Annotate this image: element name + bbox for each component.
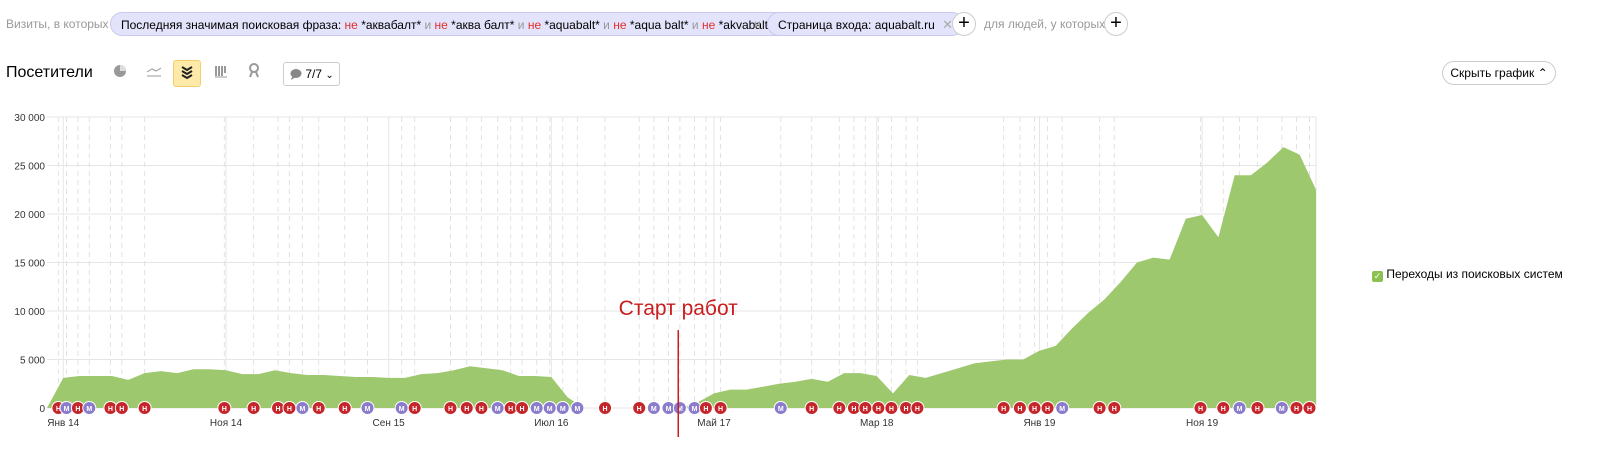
event-marker-label: Н — [520, 406, 525, 413]
event-marker-label: Н — [1294, 406, 1299, 413]
x-tick-label: Ноя 19 — [1186, 418, 1219, 429]
event-marker-label: М — [1059, 406, 1065, 413]
event-marker-label: М — [547, 406, 553, 413]
event-marker-label: М — [574, 406, 580, 413]
event-marker-label: М — [64, 406, 70, 413]
x-tick-label: Янв 14 — [47, 418, 79, 429]
event-marker-label: М — [1237, 406, 1243, 413]
event-marker-label: Н — [316, 406, 321, 413]
event-marker-label: Н — [1032, 406, 1037, 413]
event-marker-label: Н — [1017, 406, 1022, 413]
y-tick-label: 0 — [39, 404, 45, 415]
event-marker-label: Н — [837, 406, 842, 413]
x-tick-label: Янв 19 — [1023, 418, 1055, 429]
x-tick-label: Сен 15 — [373, 418, 406, 429]
event-marker-label: Н — [251, 406, 256, 413]
event-marker-label: Н — [342, 406, 347, 413]
event-marker-label: Н — [1112, 406, 1117, 413]
event-marker-label: Н — [718, 406, 723, 413]
event-marker-label: Н — [412, 406, 417, 413]
event-marker-label: Н — [637, 406, 642, 413]
event-marker-label: Н — [1255, 406, 1260, 413]
event-marker-label: Н — [119, 406, 124, 413]
event-marker-label: Н — [448, 406, 453, 413]
event-marker-label: М — [1279, 406, 1285, 413]
start-work-label: Старт работ — [619, 297, 739, 320]
event-marker-label: Н — [915, 406, 920, 413]
event-marker-label: Н — [889, 406, 894, 413]
y-tick-label: 15 000 — [14, 259, 45, 270]
event-marker-label: Н — [1307, 406, 1312, 413]
event-marker-label: М — [778, 406, 784, 413]
event-marker-label: Н — [903, 406, 908, 413]
event-marker-label: М — [365, 406, 371, 413]
y-tick-label: 20 000 — [14, 210, 45, 221]
y-tick-label: 25 000 — [14, 162, 45, 173]
event-marker-label: Н — [863, 406, 868, 413]
event-marker-label: Н — [876, 406, 881, 413]
event-marker-label: Н — [1198, 406, 1203, 413]
visitors-chart: 0 5 000 10 000 15 000 20 000 25 000 30 000 Янв … — [14, 113, 1317, 437]
event-marker-label: Н — [287, 406, 292, 413]
event-marker-label: Н — [142, 406, 147, 413]
x-tick-label: Ноя 14 — [210, 418, 243, 429]
y-tick-label: 10 000 — [14, 307, 45, 318]
event-marker-label: Н — [1221, 406, 1226, 413]
event-marker-label: Н — [275, 406, 280, 413]
event-marker-label: М — [560, 406, 566, 413]
event-marker-label: М — [666, 406, 672, 413]
y-tick-label: 30 000 — [14, 113, 45, 124]
event-marker-label: М — [651, 406, 657, 413]
event-marker-label: Н — [108, 406, 113, 413]
event-marker-label: М — [692, 406, 698, 413]
event-marker-label: М — [86, 406, 92, 413]
event-marker-label: Н — [1097, 406, 1102, 413]
event-marker-label: М — [300, 406, 306, 413]
event-marker-label: Н — [222, 406, 227, 413]
event-marker-label: М — [495, 406, 501, 413]
event-marker-label: Н — [75, 406, 80, 413]
series-area-search-traffic — [47, 147, 1316, 408]
event-marker-label: Н — [1001, 406, 1006, 413]
event-marker-label: Н — [809, 406, 814, 413]
x-tick-label: Мар 18 — [860, 418, 894, 429]
event-marker-label: Н — [464, 406, 469, 413]
event-marker-label: М — [399, 406, 405, 413]
event-marker-label: Н — [479, 406, 484, 413]
event-marker-label: Н — [603, 406, 608, 413]
y-tick-label: 5 000 — [20, 356, 45, 367]
event-marker-label: Н — [703, 406, 708, 413]
event-marker-label: Н — [1045, 406, 1050, 413]
x-tick-label: Май 17 — [697, 418, 731, 429]
event-marker-label: М — [534, 406, 540, 413]
event-marker-label: Н — [508, 406, 513, 413]
x-tick-label: Июл 16 — [534, 418, 569, 429]
event-marker-label: Н — [851, 406, 856, 413]
